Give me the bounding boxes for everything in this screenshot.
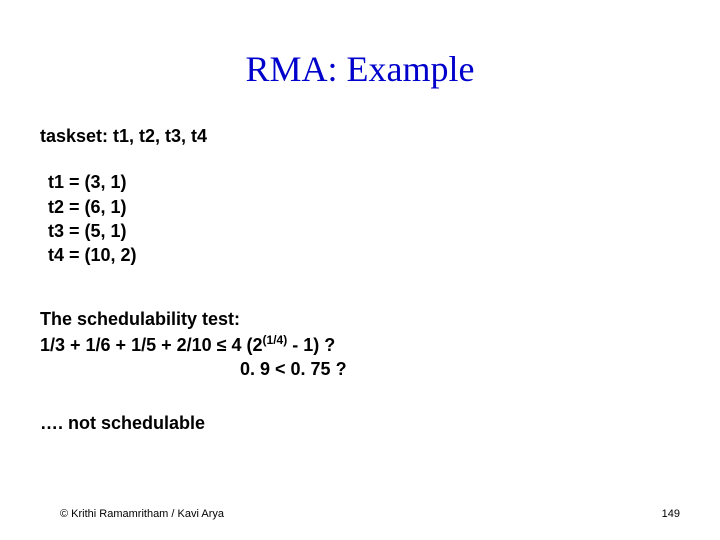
sched-heading: The schedulability test: <box>40 307 680 331</box>
schedulability-test: The schedulability test: 1/3 + 1/6 + 1/5… <box>40 307 680 381</box>
slide-body: taskset: t1, t2, t3, t4 t1 = (3, 1) t2 =… <box>40 124 680 436</box>
page-number: 149 <box>662 508 680 520</box>
sched-numeric: 0. 9 < 0. 75 ? <box>40 357 680 381</box>
conclusion: …. not schedulable <box>40 411 680 435</box>
sched-inequality: 1/3 + 1/6 + 1/5 + 2/10 ≤ 4 (2(1/4) - 1) … <box>40 332 680 357</box>
sched-rhs: - 1) ? <box>287 335 335 355</box>
footer-credit: © Krithi Ramamritham / Kavi Arya <box>60 508 224 520</box>
task-t1: t1 = (3, 1) <box>48 170 680 194</box>
taskset-line: taskset: t1, t2, t3, t4 <box>40 124 680 148</box>
sched-exponent: (1/4) <box>263 333 288 347</box>
task-t3: t3 = (5, 1) <box>48 219 680 243</box>
task-t4: t4 = (10, 2) <box>48 243 680 267</box>
task-t2: t2 = (6, 1) <box>48 195 680 219</box>
sched-lhs: 1/3 + 1/6 + 1/5 + 2/10 ≤ 4 (2 <box>40 335 263 355</box>
task-definitions: t1 = (3, 1) t2 = (6, 1) t3 = (5, 1) t4 =… <box>48 170 680 267</box>
slide-title: RMA: Example <box>40 0 680 124</box>
slide: RMA: Example taskset: t1, t2, t3, t4 t1 … <box>0 0 720 540</box>
